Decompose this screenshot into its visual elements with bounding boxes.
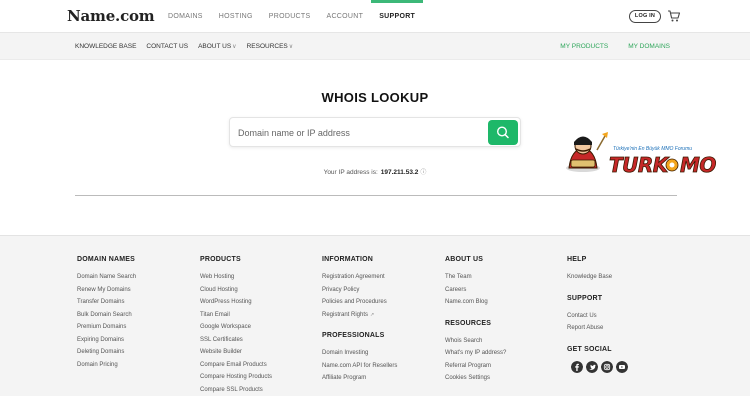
nav-account[interactable]: ACCOUNT bbox=[318, 0, 371, 32]
chevron-down-icon: ∨ bbox=[232, 44, 237, 50]
footer-link[interactable]: Premium Domains bbox=[77, 321, 136, 334]
footer-link[interactable]: Compare Email Products bbox=[200, 359, 272, 372]
footer-link[interactable]: Bulk Domain Search bbox=[77, 309, 136, 322]
subnav-my-domains[interactable]: MY DOMAINS bbox=[628, 33, 670, 60]
footer-heading: INFORMATION bbox=[322, 256, 374, 263]
footer-column-products: PRODUCTS Web Hosting Cloud Hosting WordP… bbox=[200, 236, 272, 396]
footer-link[interactable]: Google Workspace bbox=[200, 321, 272, 334]
footer-link[interactable]: Referral Program bbox=[445, 360, 506, 373]
footer-heading: SUPPORT bbox=[567, 294, 603, 302]
subnav-my-products[interactable]: MY PRODUCTS bbox=[560, 33, 608, 60]
subnav-contact-us[interactable]: CONTACT US bbox=[146, 33, 188, 60]
footer-link[interactable]: Domain Name Search bbox=[77, 271, 136, 284]
footer-heading: HELP bbox=[567, 256, 587, 263]
top-navigation: Name.com DOMAINS HOSTING PRODUCTS ACCOUN… bbox=[0, 0, 750, 32]
facebook-icon[interactable] bbox=[571, 360, 583, 373]
footer-heading: PROFESSIONALS bbox=[322, 332, 385, 339]
page-title: WHOIS LOOKUP bbox=[321, 90, 429, 105]
nav-hosting[interactable]: HOSTING bbox=[211, 0, 261, 32]
subnav-label: KNOWLEDGE BASE bbox=[75, 43, 137, 50]
footer-link[interactable]: Compare Hosting Products bbox=[200, 371, 272, 384]
search-icon bbox=[496, 126, 509, 139]
footer-link[interactable]: SSL Certificates bbox=[200, 334, 272, 347]
footer-link[interactable]: Cloud Hosting bbox=[200, 284, 272, 297]
youtube-icon[interactable] bbox=[616, 360, 628, 373]
subnav-knowledge-base[interactable]: KNOWLEDGE BASE bbox=[75, 33, 136, 60]
footer-link[interactable]: Whois Search bbox=[445, 335, 506, 348]
chevron-down-icon: ∨ bbox=[288, 44, 294, 50]
nav-support[interactable]: SUPPORT bbox=[371, 0, 424, 32]
subnav-resources[interactable]: RESOURCES∨ bbox=[247, 33, 294, 60]
cart-icon[interactable] bbox=[667, 9, 681, 23]
footer-link[interactable]: Domain Investing bbox=[322, 347, 397, 360]
footer-link[interactable]: Report Abuse bbox=[567, 322, 628, 335]
search-button[interactable] bbox=[488, 120, 518, 145]
footer-link[interactable]: Web Hosting bbox=[200, 271, 272, 284]
footer-link[interactable]: Compare SSL Products bbox=[200, 384, 272, 396]
subnav-label: RESOURCES bbox=[246, 43, 288, 50]
svg-text:TURK: TURK bbox=[609, 153, 670, 177]
whois-search-box bbox=[229, 117, 521, 147]
instagram-icon[interactable] bbox=[601, 360, 613, 373]
twitter-icon[interactable] bbox=[586, 360, 598, 373]
footer-column-information: INFORMATION Registration Agreement Priva… bbox=[322, 236, 397, 385]
login-button[interactable]: LOG IN bbox=[629, 10, 661, 23]
subnav-about-us[interactable]: ABOUT US∨ bbox=[198, 33, 237, 60]
footer-heading: RESOURCES bbox=[445, 319, 492, 327]
footer-link[interactable]: Name.com API for Resellers bbox=[322, 360, 397, 373]
footer-link[interactable]: Domain Pricing bbox=[77, 359, 136, 372]
whois-search-input[interactable] bbox=[235, 121, 485, 145]
footer-link[interactable]: Careers bbox=[445, 284, 506, 297]
ip-label: Your IP address is: bbox=[323, 169, 378, 176]
svg-text:MO: MO bbox=[680, 153, 716, 177]
main-nav: DOMAINS HOSTING PRODUCTS ACCOUNT SUPPORT bbox=[160, 0, 424, 32]
footer-link[interactable]: Knowledge Base bbox=[567, 271, 628, 284]
subnav-label: ABOUT US bbox=[198, 43, 232, 50]
footer-link[interactable]: Name.com Blog bbox=[445, 296, 506, 309]
footer-link-label: Registrant Rights bbox=[322, 311, 369, 318]
footer-link[interactable]: Cookies Settings bbox=[445, 372, 506, 385]
footer-link[interactable]: Titan Email bbox=[200, 309, 272, 322]
footer-link[interactable]: The Team bbox=[445, 271, 506, 284]
footer-link[interactable]: WordPress Hosting bbox=[200, 296, 272, 309]
divider bbox=[75, 195, 677, 196]
footer-link[interactable]: Contact Us bbox=[567, 310, 628, 323]
footer-column-about-us: ABOUT US The Team Careers Name.com Blog … bbox=[445, 236, 506, 385]
footer-link-registrant-rights[interactable]: Registrant Rights ↗ bbox=[322, 309, 397, 322]
sub-navigation: KNOWLEDGE BASE CONTACT US ABOUT US∨ RESO… bbox=[0, 32, 750, 60]
nav-domains[interactable]: DOMAINS bbox=[160, 0, 211, 32]
footer-link[interactable]: What's my IP address? bbox=[445, 347, 506, 360]
footer-link[interactable]: Deleting Domains bbox=[77, 346, 136, 359]
ip-value: 197.211.53.2 bbox=[380, 169, 419, 176]
footer-heading: ABOUT US bbox=[445, 256, 484, 263]
social-links bbox=[571, 360, 628, 373]
footer-link[interactable]: Policies and Procedures bbox=[322, 296, 397, 309]
footer-link[interactable]: Affiliate Program bbox=[322, 372, 397, 385]
footer: DOMAIN NAMES Domain Name Search Renew My… bbox=[0, 235, 750, 396]
footer-link[interactable]: Website Builder bbox=[200, 346, 272, 359]
footer-link[interactable]: Transfer Domains bbox=[77, 296, 136, 309]
info-icon[interactable]: ⓘ bbox=[420, 170, 426, 176]
footer-heading: GET SOCIAL bbox=[567, 345, 612, 353]
external-link-icon: ↗ bbox=[370, 311, 375, 318]
turkmmo-logo: Türkiye'nin En Büyük MMO Forumu TURK MO bbox=[566, 132, 717, 177]
nav-products[interactable]: PRODUCTS bbox=[261, 0, 319, 32]
footer-column-help: HELP Knowledge Base SUPPORT Contact Us R… bbox=[567, 236, 628, 373]
footer-heading: PRODUCTS bbox=[200, 256, 241, 263]
footer-heading: DOMAIN NAMES bbox=[77, 256, 136, 263]
footer-link[interactable]: Expiring Domains bbox=[77, 334, 136, 347]
name-com-logo[interactable]: Name.com bbox=[67, 7, 155, 25]
footer-link[interactable]: Privacy Policy bbox=[322, 284, 397, 297]
forum-tagline: Türkiye'nin En Büyük MMO Forumu bbox=[613, 146, 692, 152]
footer-link[interactable]: Registration Agreement bbox=[322, 271, 397, 284]
footer-link[interactable]: Renew My Domains bbox=[77, 284, 136, 297]
subnav-label: CONTACT US bbox=[146, 43, 189, 50]
footer-column-domain-names: DOMAIN NAMES Domain Name Search Renew My… bbox=[77, 236, 136, 371]
